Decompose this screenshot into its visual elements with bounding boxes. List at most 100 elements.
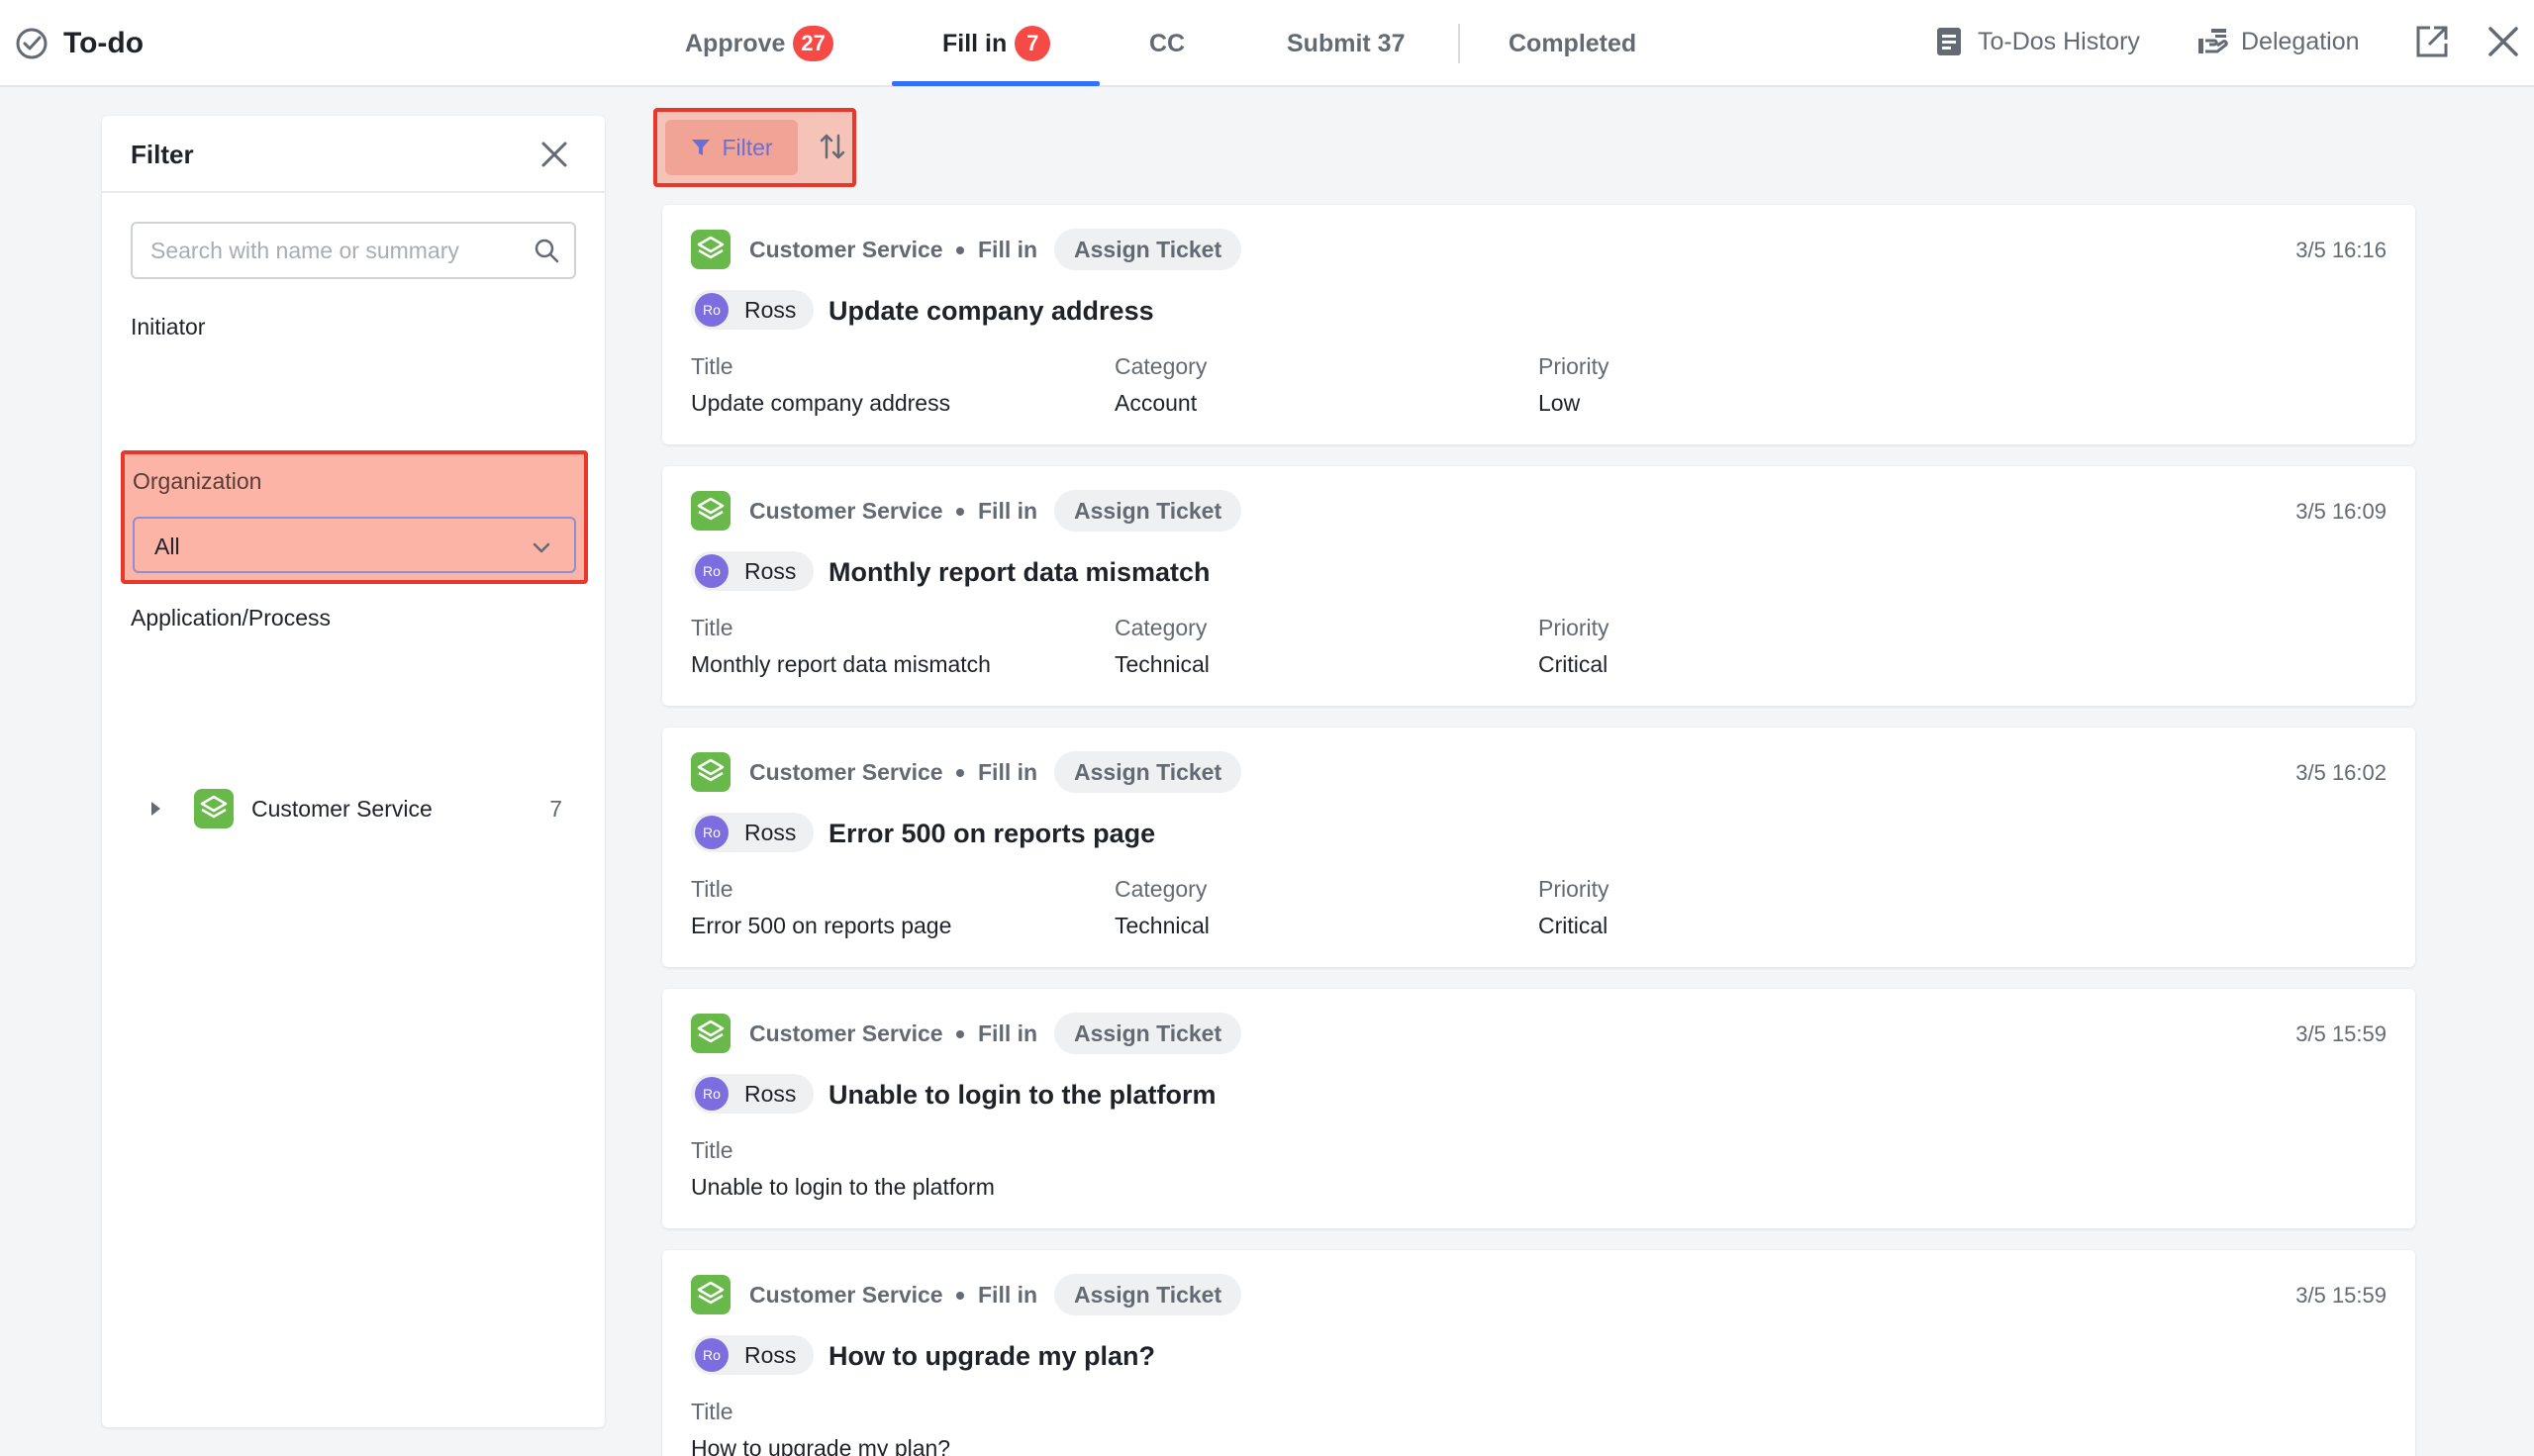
field-label: Category [1115, 353, 1208, 379]
initiator-chip[interactable]: Ro Ross [691, 290, 815, 330]
todo-card[interactable]: Customer Service Fill in Assign Ticket 3… [662, 1250, 2415, 1456]
tab-cc[interactable]: CC [1149, 0, 1185, 87]
close-icon[interactable] [537, 138, 571, 171]
delegation-icon [2198, 29, 2228, 53]
tab-approve[interactable]: Approve 27 [685, 0, 833, 87]
separator-dot [956, 1292, 964, 1300]
list-toolbar: Filter [653, 108, 856, 187]
separator-dot [956, 508, 964, 516]
app-layers-icon [691, 230, 731, 269]
card-timestamp: 3/5 16:02 [2295, 760, 2387, 785]
field-value: Technical [1115, 913, 1210, 938]
card-action: Fill in [978, 759, 1038, 785]
field-title: Title Unable to login to the platform [691, 1137, 995, 1201]
organization-section: Organization All [121, 450, 588, 584]
card-app-name: Customer Service [749, 498, 943, 524]
filter-title: Filter [131, 140, 194, 169]
field-category: Category Technical [1115, 615, 1210, 678]
field-title: Title Monthly report data mismatch [691, 615, 991, 678]
fill-in-count-badge: 7 [1015, 26, 1051, 61]
card-timestamp: 3/5 15:59 [2295, 1283, 2387, 1308]
separator-dot [956, 1030, 964, 1038]
todos-history-label: To-Dos History [1978, 27, 2140, 55]
field-label: Priority [1538, 353, 1609, 379]
field-value: Critical [1538, 651, 1608, 677]
field-title: Title How to upgrade my plan? [691, 1399, 950, 1456]
filter-button[interactable]: Filter [665, 120, 798, 175]
field-value: Technical [1115, 651, 1210, 677]
todo-card[interactable]: Customer Service Fill in Assign Ticket 3… [662, 728, 2415, 967]
field-priority: Priority Critical [1538, 615, 1609, 678]
organization-value: All [154, 534, 180, 559]
delegation-label: Delegation [2241, 27, 2360, 55]
chevron-down-icon [533, 542, 550, 553]
initiator-chip[interactable]: Ro Ross [691, 1074, 815, 1114]
sort-icon[interactable] [816, 130, 849, 163]
card-app-name: Customer Service [749, 759, 943, 785]
field-label: Priority [1538, 876, 1609, 902]
todo-card[interactable]: Customer Service Fill in Assign Ticket 3… [662, 466, 2415, 706]
initiator-chip[interactable]: Ro Ross [691, 813, 815, 852]
close-icon[interactable] [2484, 22, 2523, 61]
card-action: Fill in [978, 1020, 1038, 1046]
field-value: Monthly report data mismatch [691, 651, 991, 677]
tab-label: Fill in [942, 29, 1008, 57]
avatar: Ro [695, 554, 729, 588]
tab-label: Completed [1509, 29, 1637, 57]
tab-submit[interactable]: Submit 37 [1287, 0, 1405, 87]
todo-card[interactable]: Customer Service Fill in Assign Ticket 3… [662, 205, 2415, 444]
search-input[interactable] [150, 224, 517, 277]
filter-panel: Filter Initiator Organization All Applic… [102, 116, 605, 1427]
tab-completed[interactable]: Completed [1509, 0, 1636, 87]
organization-select[interactable]: All [133, 517, 576, 573]
app-layers-icon [691, 491, 731, 531]
todo-card[interactable]: Customer Service Fill in Assign Ticket 3… [662, 989, 2415, 1228]
search-box [131, 222, 576, 279]
organization-label: Organization [133, 468, 262, 494]
search-icon[interactable] [533, 237, 560, 264]
card-node-tag: Assign Ticket [1054, 490, 1242, 532]
field-category: Category Account [1115, 353, 1207, 417]
todos-history-button[interactable]: To-Dos History [1932, 20, 2140, 63]
card-title: Error 500 on reports page [828, 819, 1156, 848]
field-value: Unable to login to the platform [691, 1174, 995, 1200]
card-timestamp: 3/5 15:59 [2295, 1021, 2387, 1046]
tab-label: CC [1149, 29, 1186, 57]
initiator-chip[interactable]: Ro Ross [691, 551, 815, 591]
tab-label: Approve [685, 29, 786, 57]
field-priority: Priority Critical [1538, 876, 1609, 939]
avatar: Ro [695, 1077, 729, 1111]
initiator-name: Ross [744, 296, 797, 323]
avatar: Ro [695, 1338, 729, 1372]
tree-item-label: Customer Service [251, 795, 433, 822]
card-node-tag: Assign Ticket [1054, 229, 1242, 270]
card-app-name: Customer Service [749, 1282, 943, 1308]
caret-right-icon[interactable] [146, 800, 164, 818]
tab-fill-in[interactable]: Fill in 7 [942, 0, 1051, 87]
card-title: Update company address [828, 296, 1154, 326]
initiator-name: Ross [744, 819, 797, 845]
separator-dot [956, 769, 964, 777]
card-action: Fill in [978, 498, 1038, 524]
initiator-chip[interactable]: Ro Ross [691, 1335, 815, 1375]
funnel-icon [692, 140, 711, 155]
field-value: How to upgrade my plan? [691, 1435, 951, 1456]
field-value: Update company address [691, 390, 951, 416]
field-label: Title [691, 615, 733, 640]
delegation-button[interactable]: Delegation [2195, 20, 2360, 63]
card-title: Unable to login to the platform [828, 1080, 1217, 1110]
open-external-icon[interactable] [2412, 22, 2452, 61]
approve-count-badge: 27 [793, 26, 833, 61]
card-node-tag: Assign Ticket [1054, 1274, 1242, 1315]
card-action: Fill in [978, 1282, 1038, 1308]
field-title: Title Error 500 on reports page [691, 876, 951, 939]
document-list-icon [1937, 28, 1961, 55]
field-value: Account [1115, 390, 1198, 416]
tree-item-customer-service[interactable]: Customer Service 7 [131, 785, 576, 832]
field-label: Title [691, 876, 733, 902]
app-layers-icon [691, 1014, 731, 1053]
separator-dot [956, 246, 964, 254]
card-action: Fill in [978, 237, 1038, 262]
active-tab-indicator [892, 81, 1100, 86]
card-title: Monthly report data mismatch [828, 557, 1211, 587]
